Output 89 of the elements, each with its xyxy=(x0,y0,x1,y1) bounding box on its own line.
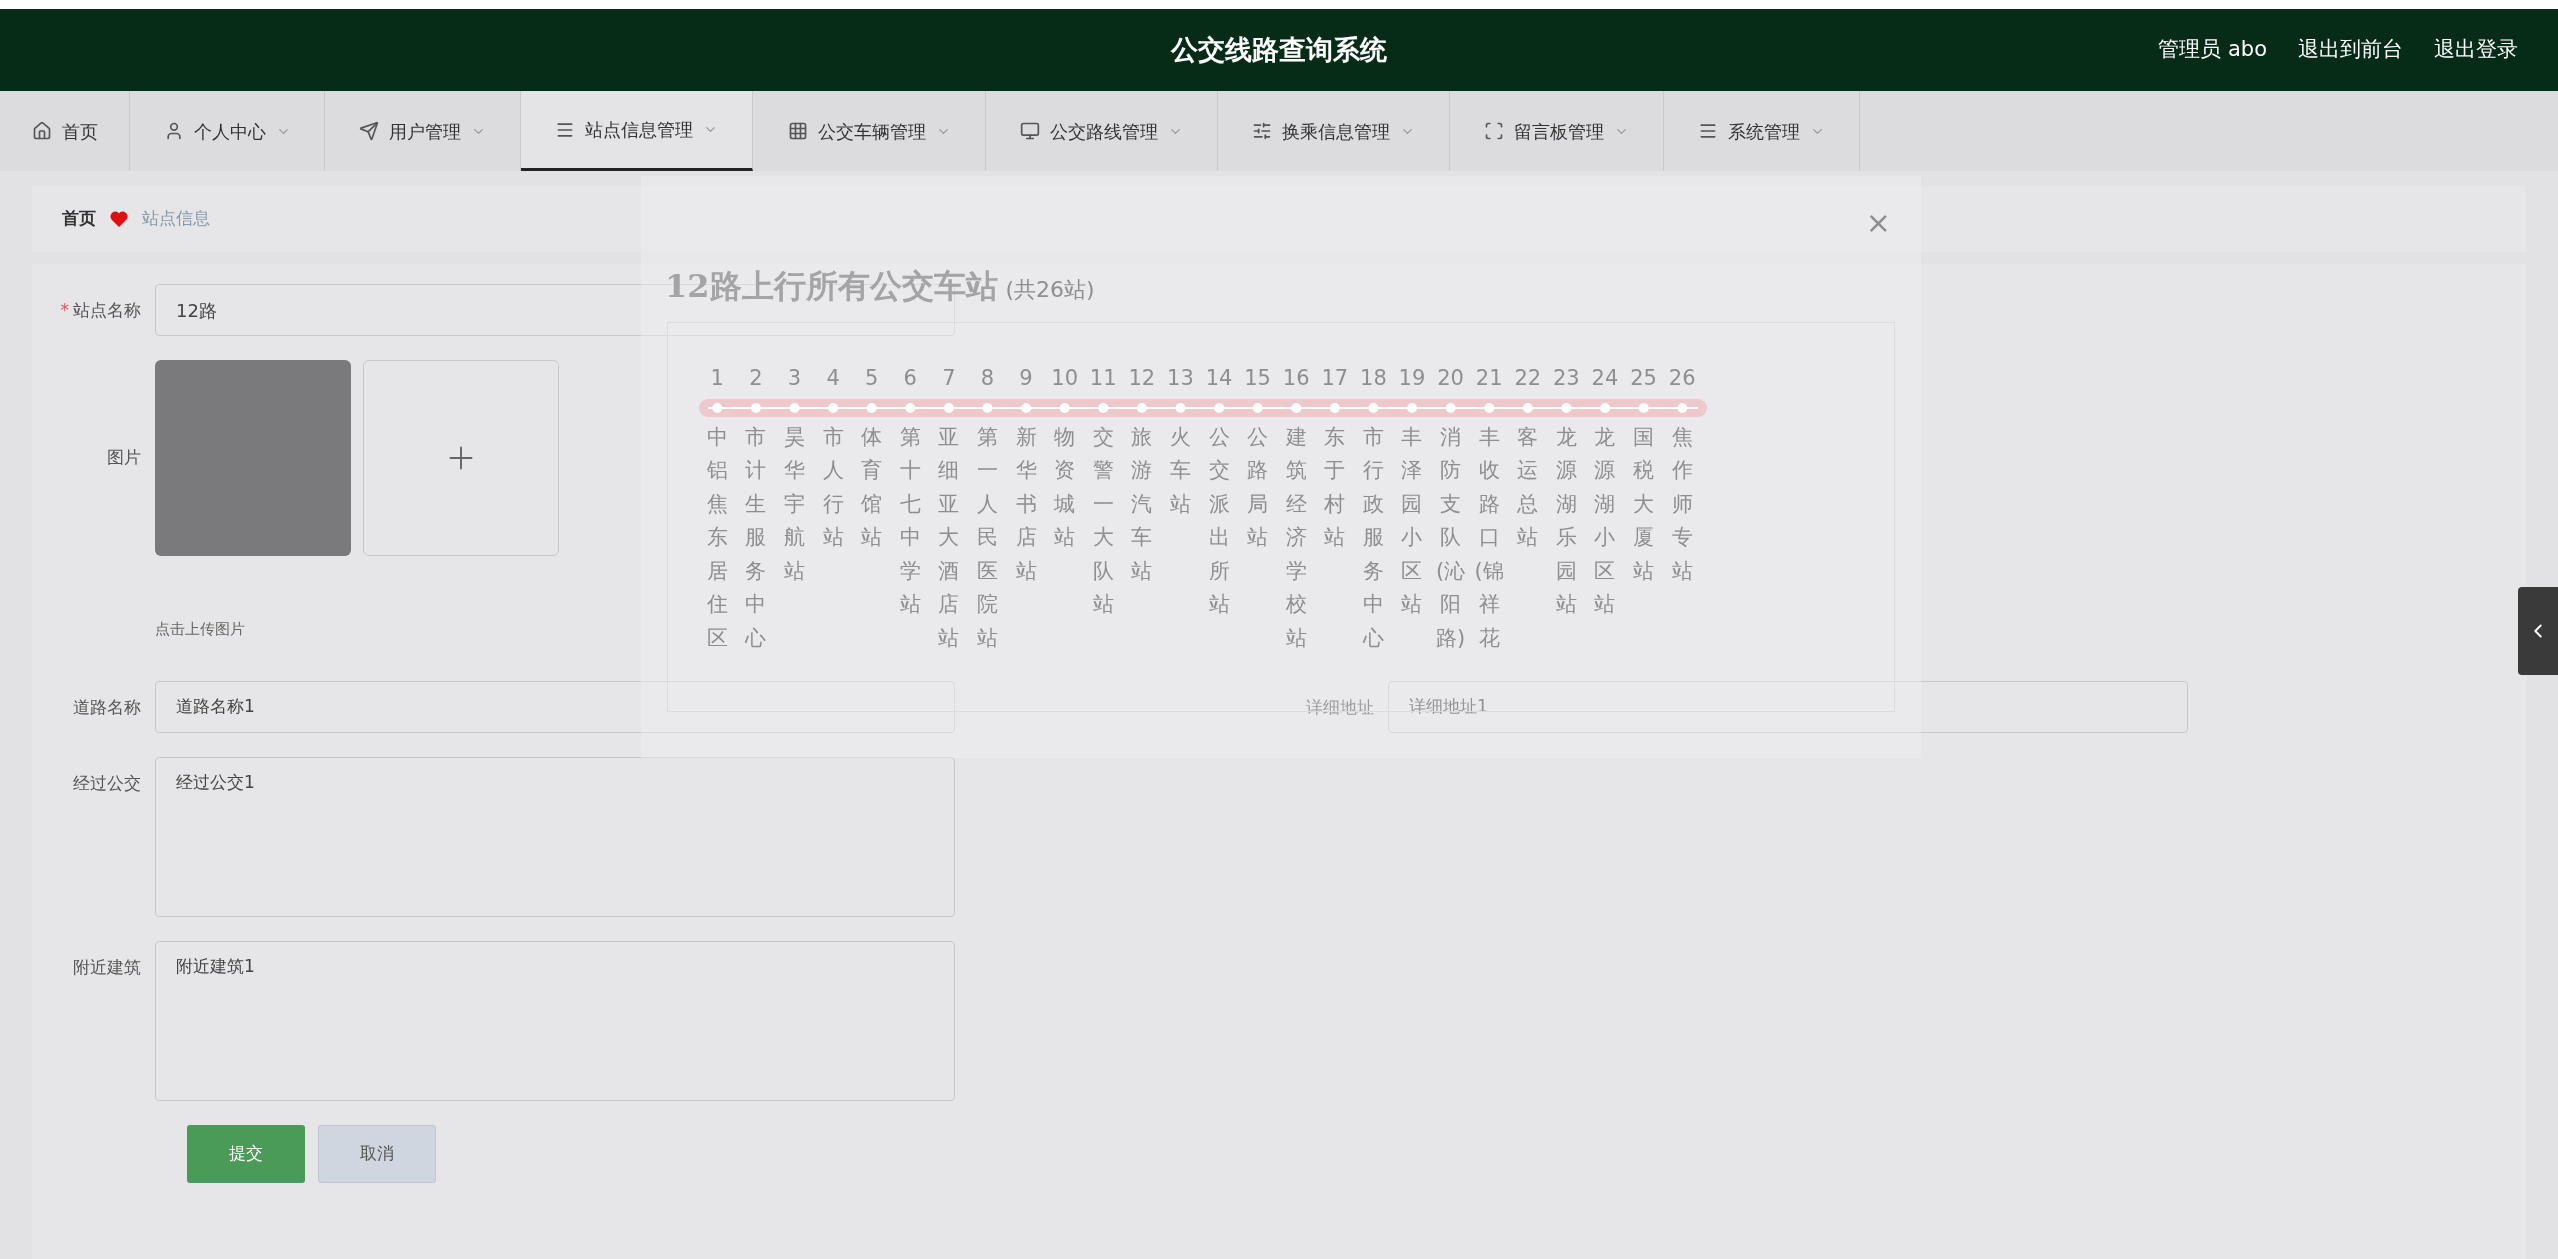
stop-name: 旅游汽车站 xyxy=(1130,423,1154,585)
menu-icon xyxy=(1698,121,1718,141)
stop-number: 10 xyxy=(1051,365,1078,392)
nav-tab[interactable]: 站点信息管理 xyxy=(521,91,753,171)
breadcrumb-current: 站点信息 xyxy=(142,207,210,231)
stop-number: 12 xyxy=(1128,365,1156,392)
sliders-icon xyxy=(1252,121,1272,141)
stop-name: 公交派出所站 xyxy=(1207,423,1231,619)
heart-icon xyxy=(110,211,128,227)
upload-button[interactable] xyxy=(363,360,559,556)
nav-tab[interactable]: 换乘信息管理 xyxy=(1218,91,1450,171)
stop-name: 火车站 xyxy=(1168,423,1192,518)
stop-name: 新华书店站 xyxy=(1014,423,1038,585)
header-link[interactable]: 退出登录 xyxy=(2434,34,2518,66)
nav-tab[interactable]: 留言板管理 xyxy=(1450,91,1664,171)
stop-number: 16 xyxy=(1282,365,1310,392)
stop-name: 丰收路口(锦祥花 xyxy=(1473,423,1505,653)
home-icon xyxy=(31,121,52,141)
stop-name: 龙源湖小区站 xyxy=(1593,423,1617,619)
nav-tab[interactable]: 首页 xyxy=(0,91,130,171)
stop-name: 体育馆站 xyxy=(860,423,884,552)
image-thumbnail[interactable] xyxy=(155,360,351,556)
stop-name: 龙源湖乐园站 xyxy=(1554,423,1578,619)
side-panel-toggle[interactable] xyxy=(2518,587,2558,675)
field-label: 图片 xyxy=(107,446,141,470)
stop-name: 亚细亚大酒店站 xyxy=(937,423,961,653)
field-label: 站点名称 xyxy=(73,299,141,322)
stop-number: 19 xyxy=(1398,365,1426,392)
stop-name: 昊华宇航站 xyxy=(783,423,806,585)
stop-number: 11 xyxy=(1089,365,1117,392)
grid-icon xyxy=(787,121,808,141)
stop-name: 市行政服务中心 xyxy=(1361,423,1385,653)
stop-number: 6 xyxy=(903,365,917,392)
system-title: 公交线路查询系统 xyxy=(1171,32,1387,67)
input-field[interactable]: 道路名称1 xyxy=(155,680,955,733)
nav-tab[interactable]: 公交路线管理 xyxy=(986,91,1218,171)
stop-number: 4 xyxy=(826,365,840,392)
stop-name: 东于村站 xyxy=(1323,423,1347,552)
stop-number: 8 xyxy=(980,365,995,392)
stop-name: 第十七中学站 xyxy=(898,423,922,619)
stop-number: 24 xyxy=(1591,365,1619,392)
stop-name: 丰泽园小区站 xyxy=(1400,423,1424,619)
upload-hint: 点击上传图片 xyxy=(155,619,246,640)
stop-number: 22 xyxy=(1514,365,1542,392)
stop-number: 25 xyxy=(1630,365,1657,392)
text-area[interactable]: 经过公交1 xyxy=(155,756,955,917)
stop-number: 9 xyxy=(1019,365,1033,392)
stop-number: 5 xyxy=(865,365,879,392)
nav-tab[interactable]: 个人中心 xyxy=(130,91,325,171)
stop-name: 市人行站 xyxy=(821,423,845,552)
nav-tab[interactable]: 系统管理 xyxy=(1664,91,1860,171)
stop-number: 18 xyxy=(1360,365,1387,392)
stop-number: 2 xyxy=(749,365,763,392)
stop-name: 焦作师专站 xyxy=(1670,423,1694,585)
stop-name: 物资城站 xyxy=(1053,423,1077,552)
header-link[interactable]: 管理员 abo xyxy=(2158,34,2267,66)
stop-name: 建筑经济学校站 xyxy=(1284,423,1308,653)
paper-plane-icon xyxy=(359,121,379,141)
stop-name: 交警一大队站 xyxy=(1091,423,1115,619)
field-label: 经过公交 xyxy=(73,771,141,795)
stop-number: 26 xyxy=(1668,365,1696,392)
nav-tab[interactable]: 公交车辆管理 xyxy=(753,91,986,171)
stop-number: 7 xyxy=(942,365,956,392)
stop-number: 1 xyxy=(710,365,724,392)
cancel-button[interactable]: 取消 xyxy=(318,1124,436,1183)
stop-name: 中铝焦东居住区 xyxy=(705,423,729,653)
stop-count: (共26站) xyxy=(1005,276,1095,304)
stop-name: 国税大厦站 xyxy=(1632,423,1656,585)
field-label: 道路名称 xyxy=(73,695,141,719)
header-link[interactable]: 退出到前台 xyxy=(2298,34,2403,66)
stop-name: 第一人民医院站 xyxy=(975,423,999,653)
stop-name: 消防支队(沁阳路) xyxy=(1434,423,1467,653)
stop-number: 15 xyxy=(1244,365,1271,392)
stop-name: 市计生服务中心 xyxy=(743,423,768,653)
stop-number: 17 xyxy=(1321,365,1349,392)
stop-number: 13 xyxy=(1167,365,1194,392)
breadcrumb-link[interactable]: 首页 xyxy=(62,206,96,232)
stop-number: 3 xyxy=(787,365,802,392)
stop-number: 23 xyxy=(1553,365,1580,392)
stop-name: 公路局站 xyxy=(1246,423,1270,552)
monitor-icon xyxy=(1020,121,1040,141)
field-label: 附近建筑 xyxy=(73,955,141,979)
stop-name: 客运总站 xyxy=(1516,423,1540,552)
stop-number: 21 xyxy=(1475,365,1503,392)
frame-icon xyxy=(1484,121,1504,141)
text-area[interactable]: 附近建筑1 xyxy=(155,940,955,1101)
stop-number: 20 xyxy=(1437,365,1464,392)
required-mark: * xyxy=(60,299,69,322)
stop-number: 14 xyxy=(1205,365,1233,392)
